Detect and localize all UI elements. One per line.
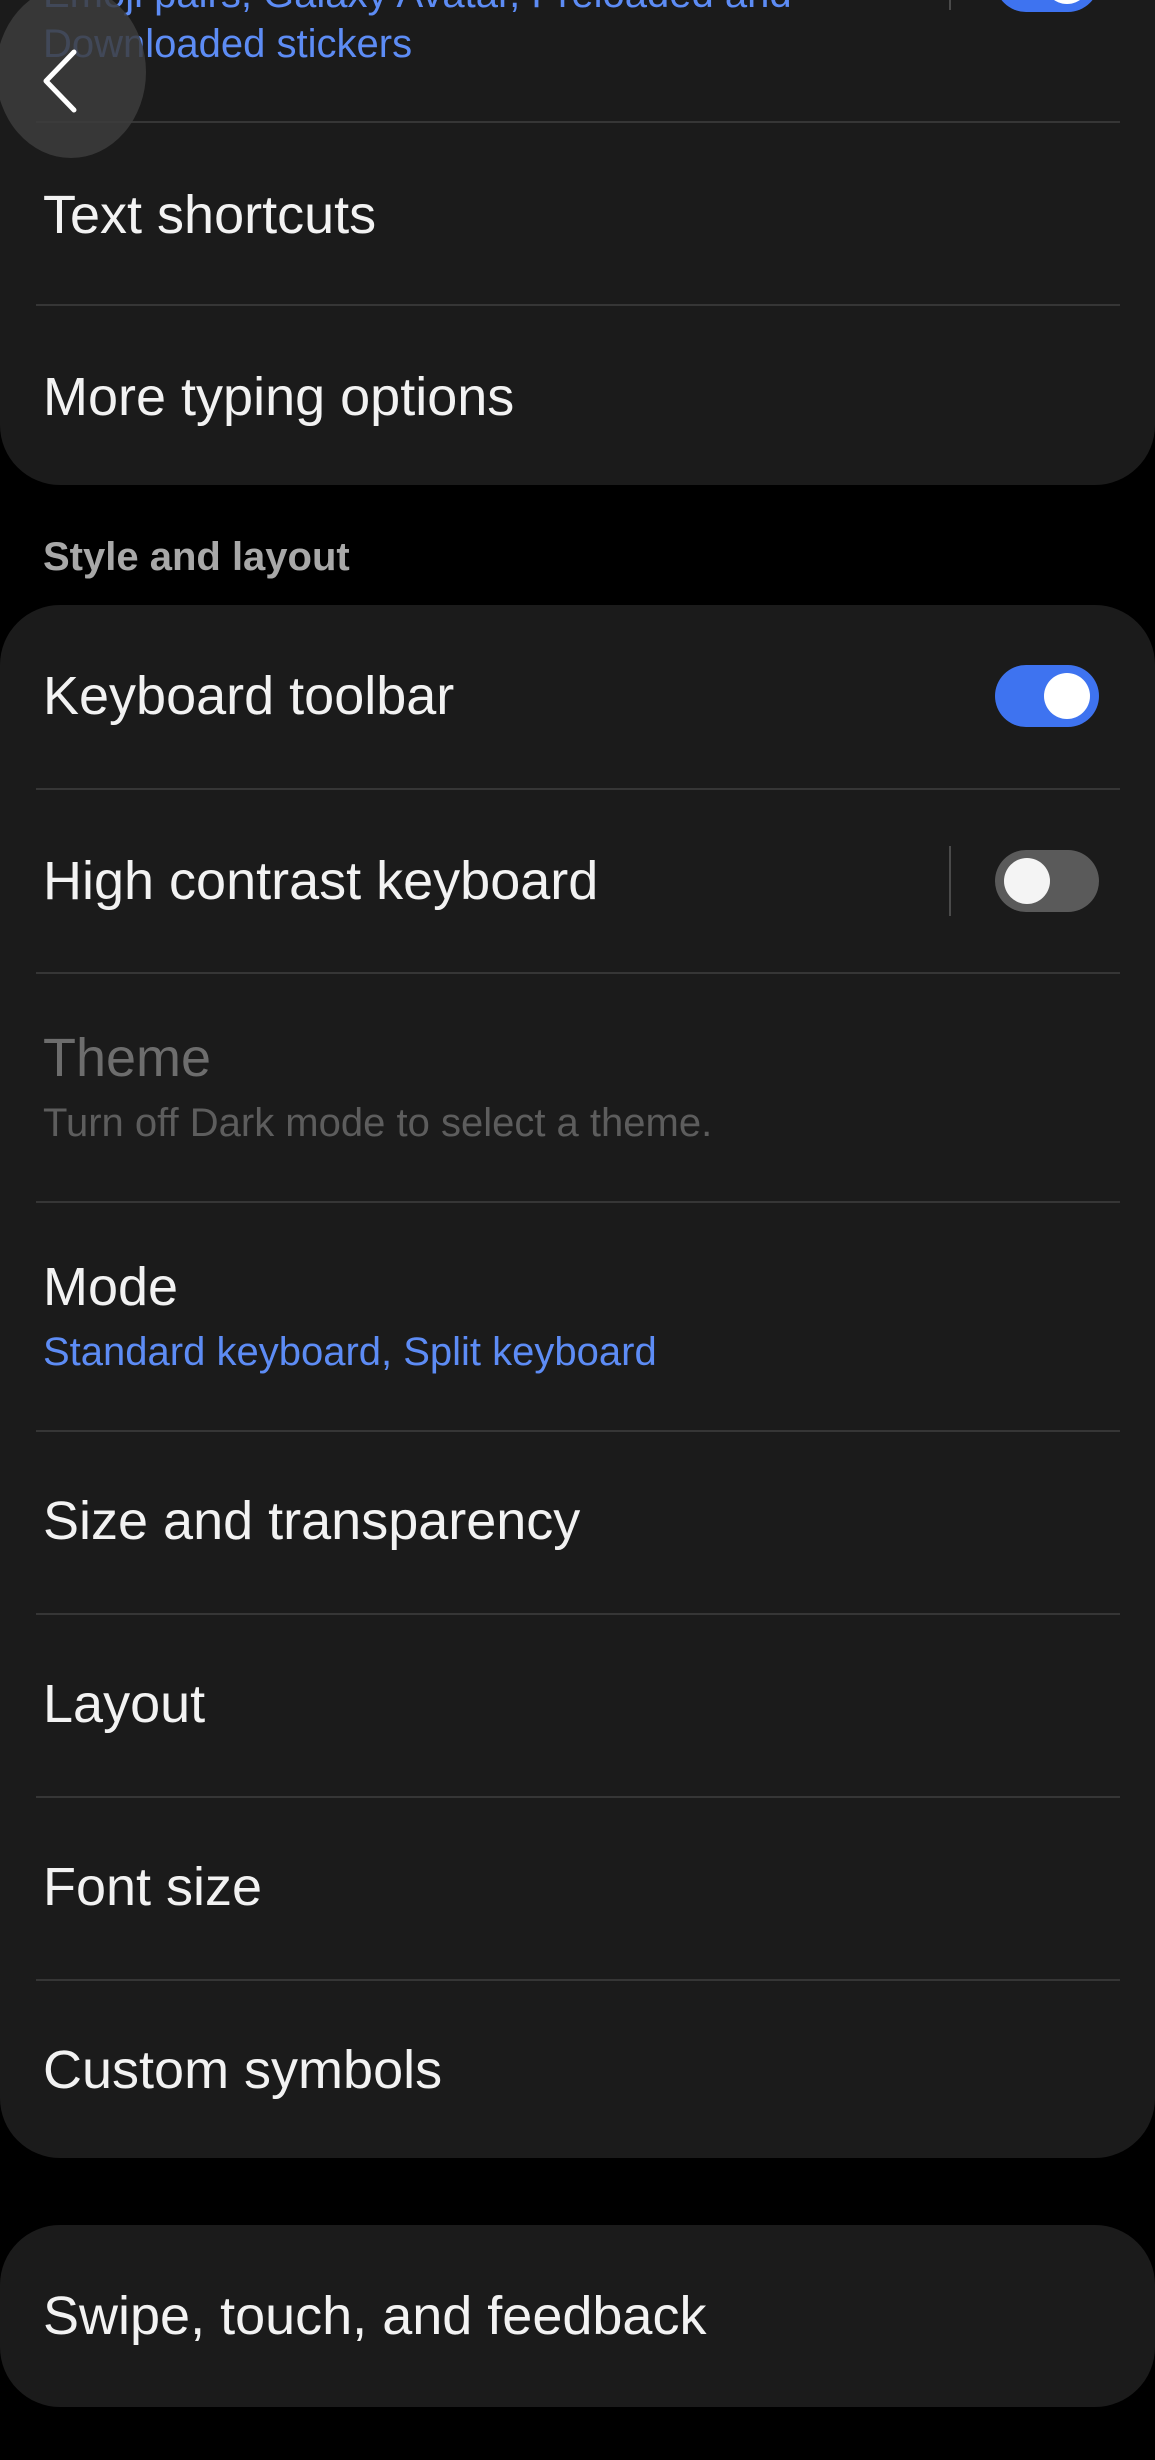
stickers-toggle[interactable] [995, 0, 1099, 12]
size-transparency-label: Size and transparency [43, 1491, 581, 1551]
text-shortcuts-label: Text shortcuts [43, 185, 377, 245]
custom-symbols-row[interactable]: Custom symbols [0, 1981, 1155, 2158]
more-typing-options-row[interactable]: More typing options [0, 306, 1155, 485]
swipe-touch-feedback-label: Swipe, touch, and feedback [43, 2286, 707, 2346]
toggle-knob [1004, 858, 1050, 904]
section-header-style-layout: Style and layout [43, 535, 350, 579]
stickers-row[interactable]: Emoji pairs, Galaxy Avatar, Preloaded an… [0, 0, 1155, 120]
more-typing-options-label: More typing options [43, 367, 515, 427]
theme-label: Theme [43, 1028, 212, 1088]
stickers-summary-line1: Emoji pairs, Galaxy Avatar, Preloaded an… [43, 0, 792, 18]
font-size-label: Font size [43, 1857, 263, 1917]
custom-symbols-label: Custom symbols [43, 2040, 443, 2100]
theme-summary: Turn off Dark mode to select a theme. [43, 1101, 713, 1145]
keyboard-toolbar-row[interactable]: Keyboard toolbar [0, 605, 1155, 787]
high-contrast-keyboard-label: High contrast keyboard [43, 851, 599, 911]
theme-row: Theme Turn off Dark mode to select a the… [0, 974, 1155, 1202]
toggle-separator [949, 0, 951, 10]
keyboard-toolbar-label: Keyboard toolbar [43, 666, 455, 726]
mode-summary: Standard keyboard, Split keyboard [43, 1330, 657, 1374]
high-contrast-keyboard-toggle[interactable] [995, 850, 1099, 912]
style-layout-card: Keyboard toolbar High contrast keyboard … [0, 605, 1155, 2158]
toggle-separator [949, 846, 951, 916]
size-transparency-row[interactable]: Size and transparency [0, 1432, 1155, 1614]
swipe-touch-feedback-card[interactable]: Swipe, touch, and feedback [0, 2225, 1155, 2407]
mode-label: Mode [43, 1257, 179, 1317]
layout-label: Layout [43, 1674, 206, 1734]
high-contrast-keyboard-row[interactable]: High contrast keyboard [0, 790, 1155, 972]
font-size-row[interactable]: Font size [0, 1798, 1155, 1980]
text-shortcuts-row[interactable]: Text shortcuts [0, 123, 1155, 305]
typing-settings-card: Emoji pairs, Galaxy Avatar, Preloaded an… [0, 0, 1155, 485]
layout-row[interactable]: Layout [0, 1615, 1155, 1797]
mode-row[interactable]: Mode Standard keyboard, Split keyboard [0, 1203, 1155, 1431]
toggle-knob [1044, 673, 1090, 719]
keyboard-toolbar-toggle[interactable] [995, 665, 1099, 727]
toggle-knob [1044, 0, 1090, 4]
back-arrow-icon [43, 49, 77, 113]
